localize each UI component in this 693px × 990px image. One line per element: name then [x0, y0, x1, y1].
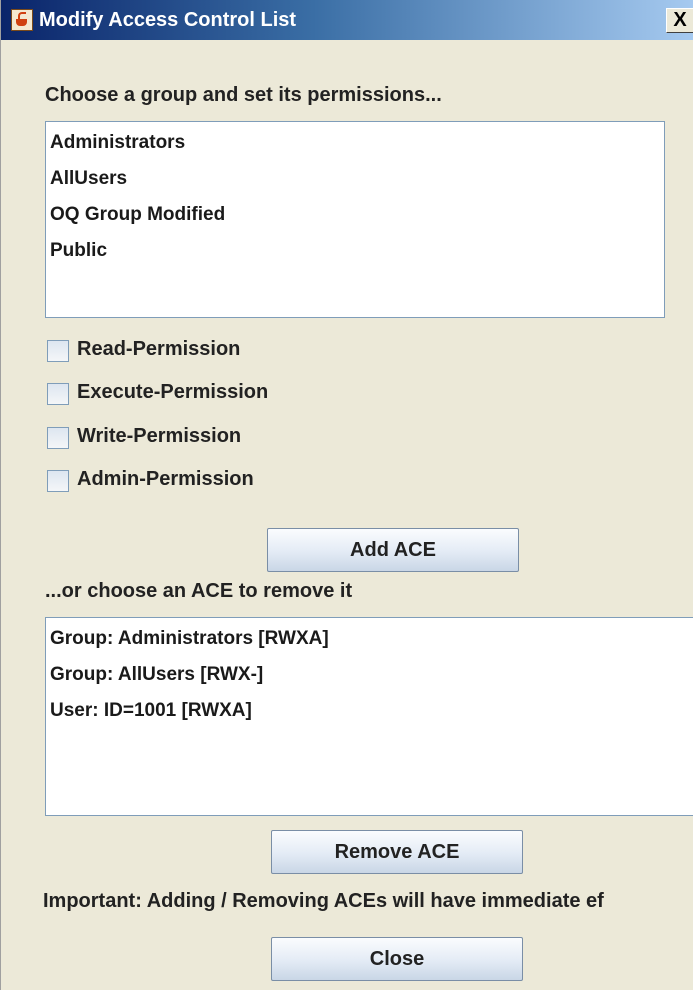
- group-item-administrators[interactable]: Administrators: [50, 132, 185, 154]
- close-button[interactable]: Close: [271, 937, 523, 981]
- window-title: Modify Access Control List: [39, 9, 297, 31]
- add-ace-button[interactable]: Add ACE: [267, 528, 519, 572]
- group-item-public[interactable]: Public: [50, 240, 107, 262]
- title-bar[interactable]: Modify Access Control List X: [1, 0, 693, 40]
- remove-ace-button[interactable]: Remove ACE: [271, 830, 523, 874]
- ace-list[interactable]: Group: Administrators [RWXA] Group: AllU…: [45, 617, 693, 816]
- ace-item[interactable]: User: ID=1001 [RWXA]: [50, 700, 252, 722]
- ace-item[interactable]: Group: Administrators [RWXA]: [50, 628, 329, 650]
- checkbox-box[interactable]: [47, 340, 69, 362]
- close-icon[interactable]: X: [666, 8, 693, 33]
- important-notice: Important: Adding / Removing ACEs will h…: [43, 890, 604, 912]
- groups-list[interactable]: Administrators AllUsers OQ Group Modifie…: [45, 121, 665, 318]
- checkbox-box[interactable]: [47, 427, 69, 449]
- execute-permission-label: Execute-Permission: [77, 381, 269, 403]
- ace-prompt: ...or choose an ACE to remove it: [45, 580, 353, 602]
- acl-dialog: Modify Access Control List X Choose a gr…: [0, 0, 693, 990]
- groups-prompt: Choose a group and set its permissions..…: [45, 84, 442, 106]
- checkbox-box[interactable]: [47, 470, 69, 492]
- ace-item[interactable]: Group: AllUsers [RWX-]: [50, 664, 263, 686]
- read-permission-label: Read-Permission: [77, 338, 241, 360]
- write-permission-label: Write-Permission: [77, 425, 242, 447]
- group-item-allusers[interactable]: AllUsers: [50, 168, 127, 190]
- admin-permission-label: Admin-Permission: [77, 468, 254, 490]
- group-item-oq-group-modified[interactable]: OQ Group Modified: [50, 204, 225, 226]
- checkbox-box[interactable]: [47, 383, 69, 405]
- java-cup-icon: [11, 9, 33, 31]
